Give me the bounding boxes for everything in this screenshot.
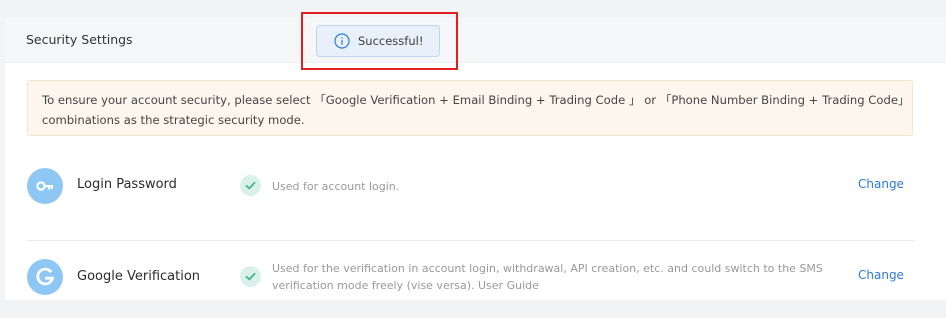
page-title: Security Settings <box>26 32 133 47</box>
description-line-text: verification mode freely (vise versa). <box>272 279 478 292</box>
user-guide-link[interactable]: User Guide <box>478 279 539 292</box>
setting-title-google-verification: Google Verification <box>77 269 201 284</box>
check-icon <box>240 266 261 287</box>
setting-row-login-password: Login Password Used for account login. C… <box>27 163 915 241</box>
change-google-verification-button[interactable]: Change <box>858 268 904 282</box>
google-g-icon <box>27 259 63 295</box>
setting-title-login-password: Login Password <box>77 177 177 192</box>
setting-description-login-password: Used for account login. <box>272 178 399 195</box>
key-icon <box>27 168 63 204</box>
setting-description-google-verification: Used for the verification in account log… <box>272 260 823 294</box>
card-header: Security Settings <box>5 18 946 63</box>
setting-row-google-verification: Google Verification Used for the verific… <box>27 240 915 318</box>
highlight-annotation-box <box>301 12 458 70</box>
security-notice: To ensure your account security, please … <box>27 80 913 136</box>
notice-line-1: To ensure your account security, please … <box>42 93 910 107</box>
description-line: Used for account login. <box>272 180 400 193</box>
check-icon <box>240 175 261 196</box>
change-login-password-button[interactable]: Change <box>858 177 904 191</box>
description-line: verification mode freely (vise versa). U… <box>272 277 823 294</box>
security-settings-card: Security Settings To ensure your account… <box>5 18 946 300</box>
description-line: Used for the verification in account log… <box>272 262 823 275</box>
notice-line-2: combinations as the strategic security m… <box>42 113 305 127</box>
